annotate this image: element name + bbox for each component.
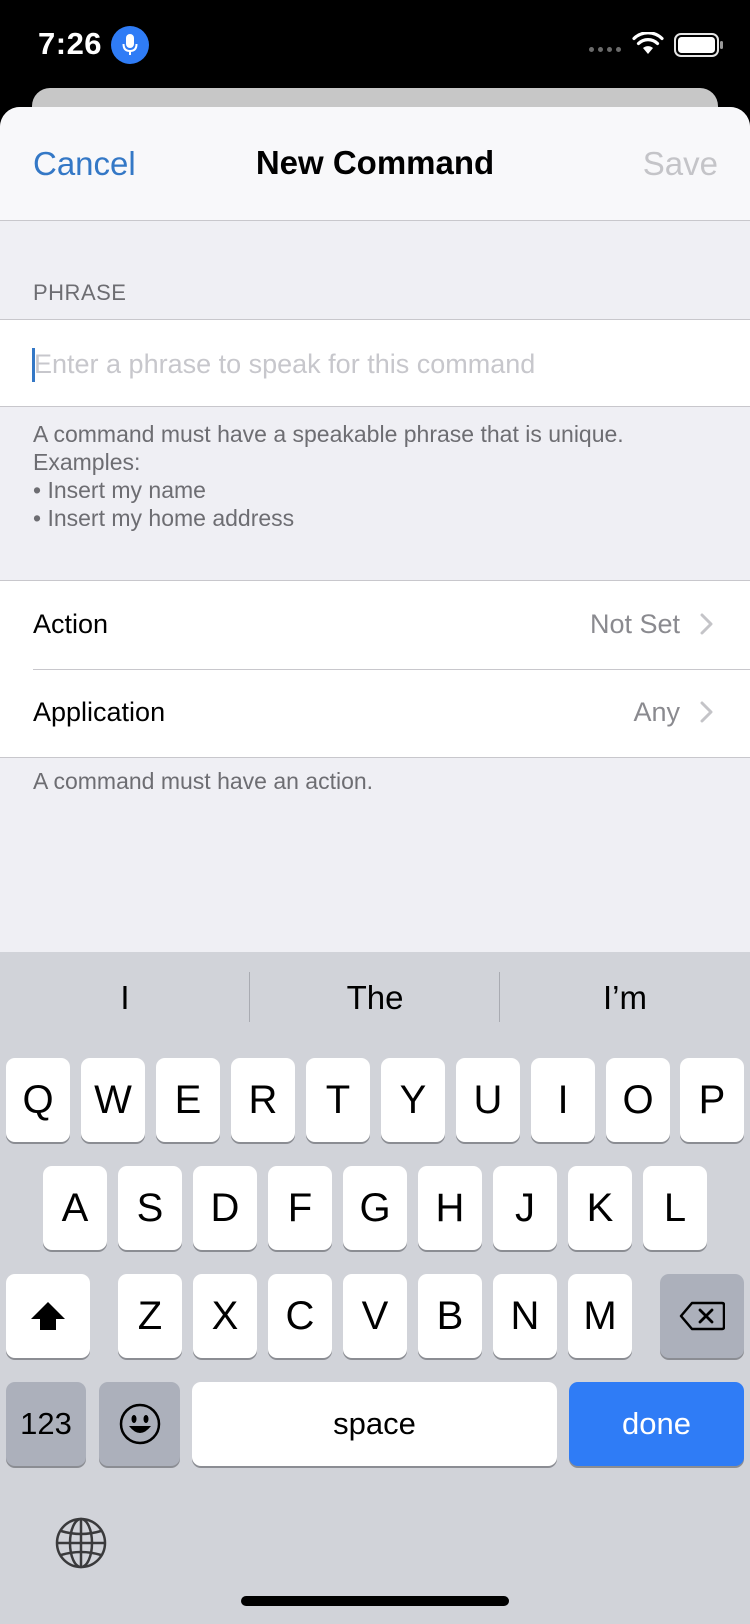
save-button[interactable]: Save — [643, 145, 718, 183]
key-p[interactable]: P — [680, 1058, 744, 1142]
key-v[interactable]: V — [343, 1274, 407, 1358]
action-row[interactable]: Action Not Set — [0, 581, 750, 669]
status-time: 7:26 — [38, 26, 103, 61]
keyboard: I The I’m Q W E R T Y U I O P A S D F G … — [0, 952, 750, 1624]
key-i[interactable]: I — [531, 1058, 595, 1142]
chevron-right-icon — [700, 701, 713, 723]
shift-key[interactable] — [6, 1274, 90, 1358]
home-indicator[interactable] — [241, 1596, 509, 1606]
globe-icon[interactable] — [54, 1516, 108, 1575]
phrase-footer: A command must have a speakable phrase t… — [33, 420, 624, 532]
key-g[interactable]: G — [343, 1166, 407, 1250]
navigation-bar: Cancel New Command Save — [0, 107, 750, 221]
backspace-key[interactable] — [660, 1274, 744, 1358]
wifi-icon — [632, 31, 664, 61]
emoji-key[interactable] — [99, 1382, 180, 1466]
numbers-key[interactable]: 123 — [6, 1382, 86, 1466]
key-r[interactable]: R — [231, 1058, 295, 1142]
footer-line: • Insert my home address — [33, 505, 295, 531]
predictive-bar: I The I’m — [0, 952, 750, 1044]
application-row[interactable]: Application Any — [0, 669, 750, 757]
key-x[interactable]: X — [193, 1274, 257, 1358]
key-q[interactable]: Q — [6, 1058, 70, 1142]
application-value: Any — [633, 697, 680, 727]
key-j[interactable]: J — [493, 1166, 557, 1250]
battery-icon — [674, 33, 724, 62]
settings-list: Action Not Set Application Any — [0, 580, 750, 758]
emoji-icon — [119, 1403, 160, 1445]
application-label: Application — [33, 697, 166, 727]
key-w[interactable]: W — [81, 1058, 145, 1142]
action-value: Not Set — [589, 609, 680, 639]
settings-footer: A command must have an action. — [33, 768, 374, 794]
prediction-item[interactable]: I’m — [500, 952, 750, 1044]
prediction-item[interactable]: I — [0, 952, 250, 1044]
key-h[interactable]: H — [418, 1166, 482, 1250]
key-b[interactable]: B — [418, 1274, 482, 1358]
key-o[interactable]: O — [606, 1058, 670, 1142]
footer-line: • Insert my name — [33, 477, 206, 503]
action-label: Action — [33, 609, 109, 639]
key-n[interactable]: N — [493, 1274, 557, 1358]
chevron-right-icon — [700, 613, 713, 635]
microphone-icon — [111, 26, 149, 64]
page-title: New Command — [255, 144, 495, 181]
key-s[interactable]: S — [118, 1166, 182, 1250]
status-bar: 7:26 — [0, 0, 750, 90]
key-e[interactable]: E — [156, 1058, 220, 1142]
phrase-input-row[interactable] — [0, 319, 750, 407]
shift-icon — [31, 1302, 65, 1330]
space-key[interactable]: space — [192, 1382, 557, 1466]
prediction-item[interactable]: The — [250, 952, 500, 1044]
key-u[interactable]: U — [456, 1058, 520, 1142]
key-y[interactable]: Y — [381, 1058, 445, 1142]
key-z[interactable]: Z — [118, 1274, 182, 1358]
key-f[interactable]: F — [268, 1166, 332, 1250]
backspace-icon — [679, 1301, 725, 1331]
key-t[interactable]: T — [306, 1058, 370, 1142]
footer-line: A command must have a speakable phrase t… — [33, 421, 624, 447]
key-c[interactable]: C — [268, 1274, 332, 1358]
key-l[interactable]: L — [643, 1166, 707, 1250]
key-d[interactable]: D — [193, 1166, 257, 1250]
key-k[interactable]: K — [568, 1166, 632, 1250]
done-key[interactable]: done — [569, 1382, 744, 1466]
key-a[interactable]: A — [43, 1166, 107, 1250]
phrase-section-header: PHRASE — [33, 280, 127, 305]
footer-line: Examples: — [33, 449, 141, 475]
key-m[interactable]: M — [568, 1274, 632, 1358]
signal-icon — [589, 47, 621, 52]
phrase-input[interactable] — [34, 340, 724, 388]
